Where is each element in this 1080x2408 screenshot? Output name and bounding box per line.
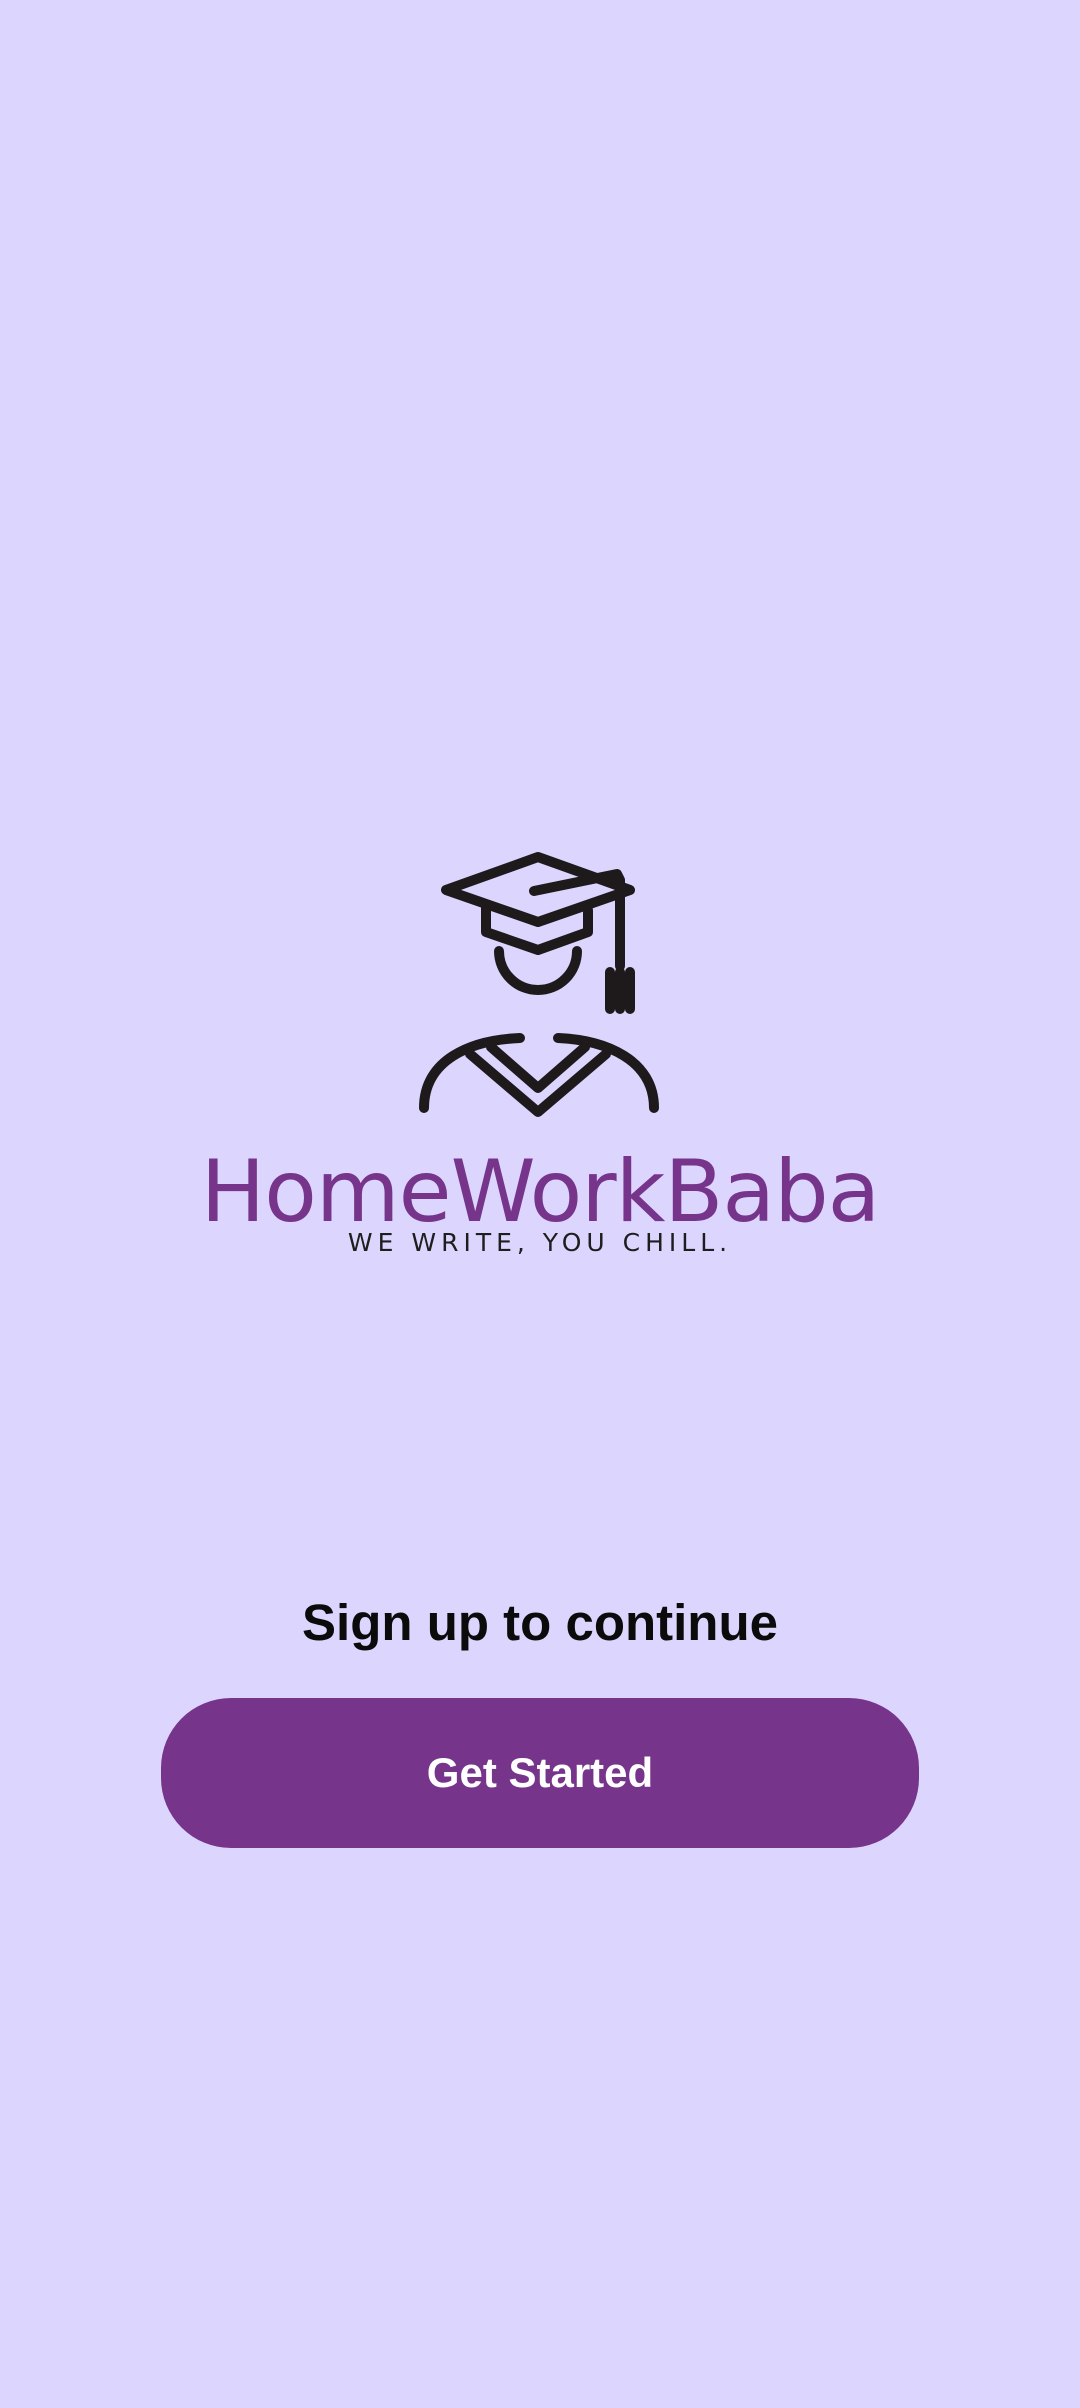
brand-tagline: WE WRITE, YOU CHILL.: [347, 1228, 733, 1257]
graduate-icon: [419, 852, 659, 1117]
get-started-button[interactable]: Get Started: [161, 1698, 919, 1848]
onboarding-screen: HomeWorkBaba WE WRITE, YOU CHILL. Sign u…: [0, 0, 1080, 2408]
brand-name: HomeWorkBaba: [200, 1142, 881, 1242]
signup-heading: Sign up to continue: [302, 1594, 778, 1651]
